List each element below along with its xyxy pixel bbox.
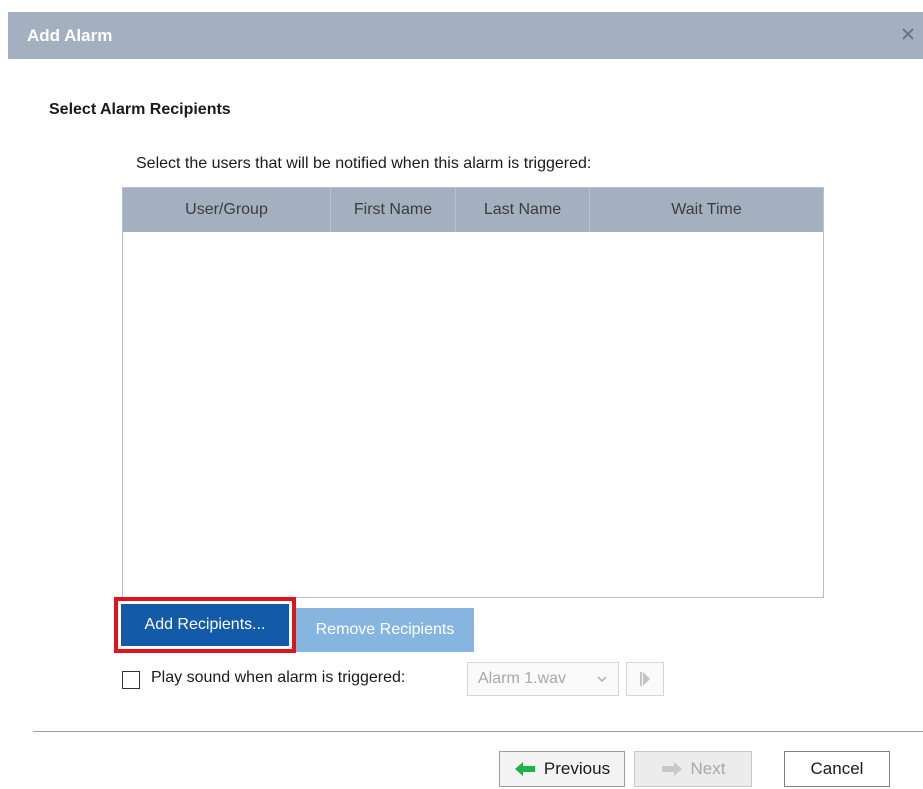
next-button[interactable]: Next [634,751,752,787]
dialog-body: Select Alarm Recipients Select the users… [8,59,923,789]
step-instruction: Select the users that will be notified w… [136,155,592,172]
dialog-title: Add Alarm [27,26,113,45]
play-sound-button[interactable] [626,662,664,696]
play-icon [640,672,650,686]
arrow-left-icon [514,762,535,776]
next-label: Next [690,759,726,778]
remove-recipients-button[interactable]: Remove Recipients [296,608,474,652]
table-body[interactable] [123,232,823,597]
sound-file-value: Alarm 1.wav [478,670,567,687]
top-strip [0,0,923,12]
step-title: Select Alarm Recipients [49,101,231,118]
close-icon [902,28,914,40]
column-header-wait-time[interactable]: Wait Time [590,188,823,232]
highlight-box: Add Recipients... [114,597,296,653]
chevron-down-icon [597,676,607,683]
dialog-title-bar: Add Alarm [8,12,923,59]
close-button[interactable] [897,23,919,45]
arrow-right-icon [661,762,682,776]
previous-label: Previous [543,759,611,778]
add-recipients-button[interactable]: Add Recipients... [121,604,289,646]
play-sound-checkbox[interactable] [122,671,140,689]
cancel-button[interactable]: Cancel [784,751,890,787]
footer-divider [33,731,923,732]
column-header-first-name[interactable]: First Name [331,188,456,232]
play-sound-label: Play sound when alarm is triggered: [151,669,406,686]
column-header-user-group[interactable]: User/Group [123,188,331,232]
table-header: User/Group First Name Last Name Wait Tim… [123,188,823,232]
previous-button[interactable]: Previous [499,751,625,787]
column-header-last-name[interactable]: Last Name [456,188,590,232]
recipients-table[interactable]: User/Group First Name Last Name Wait Tim… [122,187,824,598]
sound-file-dropdown[interactable]: Alarm 1.wav [467,662,619,696]
